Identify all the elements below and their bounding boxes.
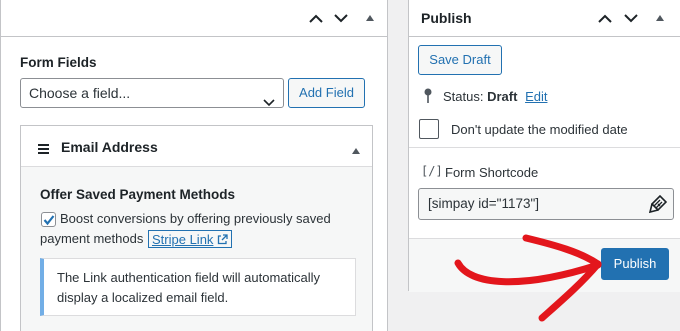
field-type-select[interactable]: Choose a field... (20, 78, 284, 108)
shortcode-label: Form Shortcode (445, 165, 539, 180)
publish-panel-header: Publish (409, 0, 680, 37)
shortcode-icon: [/] (421, 164, 443, 178)
external-link-icon (218, 233, 229, 244)
chevron-down-icon[interactable] (621, 9, 641, 27)
collapse-triangle-icon[interactable] (352, 141, 360, 157)
checkmark-icon (43, 215, 55, 226)
chevron-down-icon[interactable] (331, 9, 351, 27)
field-select-value: Choose a field... (29, 85, 131, 101)
left-panel-header (1, 0, 387, 37)
stripe-link[interactable]: Stripe Link (148, 230, 233, 248)
chevron-up-icon[interactable] (595, 9, 615, 27)
divider (409, 147, 680, 148)
email-address-field-box: Email Address Offer Saved Payment Method… (20, 125, 373, 331)
drag-handle-icon[interactable] (38, 141, 49, 157)
collapse-triangle-icon[interactable] (650, 9, 670, 27)
publish-footer: Publish (409, 238, 680, 292)
pin-icon (423, 88, 433, 107)
post-status: Status: Draft Edit (443, 89, 547, 104)
add-field-button[interactable]: Add Field (288, 78, 365, 108)
saved-payment-methods-title: Offer Saved Payment Methods (40, 187, 236, 202)
collapse-triangle-icon[interactable] (360, 9, 380, 27)
publish-button[interactable]: Publish (601, 248, 669, 280)
copy-clipboard-icon[interactable] (648, 194, 668, 226)
shortcode-field[interactable]: [simpay id="1173"] (418, 188, 674, 220)
form-fields-panel: Form Fields Choose a field... Add Field … (0, 0, 388, 331)
dont-update-date-label: Don't update the modified date (451, 122, 628, 137)
save-draft-button[interactable]: Save Draft (418, 45, 502, 75)
edit-status-link[interactable]: Edit (525, 89, 547, 104)
chevron-down-icon (263, 88, 275, 116)
shortcode-value: [simpay id="1173"] (428, 196, 540, 211)
boost-conversions-text: Boost conversions by offering previously… (60, 211, 331, 226)
stripe-link-label: Stripe Link (152, 231, 214, 247)
publish-panel-title: Publish (421, 10, 472, 26)
dont-update-date-checkbox[interactable] (419, 119, 439, 139)
payment-methods-text: payment methods (40, 231, 144, 246)
status-label: Status: (443, 89, 484, 104)
email-field-header[interactable]: Email Address (21, 126, 372, 167)
publish-panel: Publish Save Draft Status: Draft Edit Do… (408, 0, 680, 292)
notice-text-line2: display a localized email field. (57, 290, 229, 305)
notice-text-line1: The Link authentication field will autom… (57, 270, 321, 285)
form-fields-label: Form Fields (20, 55, 97, 70)
email-field-title: Email Address (61, 139, 158, 155)
status-value: Draft (487, 89, 518, 104)
chevron-up-icon[interactable] (306, 9, 326, 27)
boost-conversions-checkbox[interactable] (41, 212, 56, 227)
link-auth-notice: The Link authentication field will autom… (40, 258, 356, 316)
